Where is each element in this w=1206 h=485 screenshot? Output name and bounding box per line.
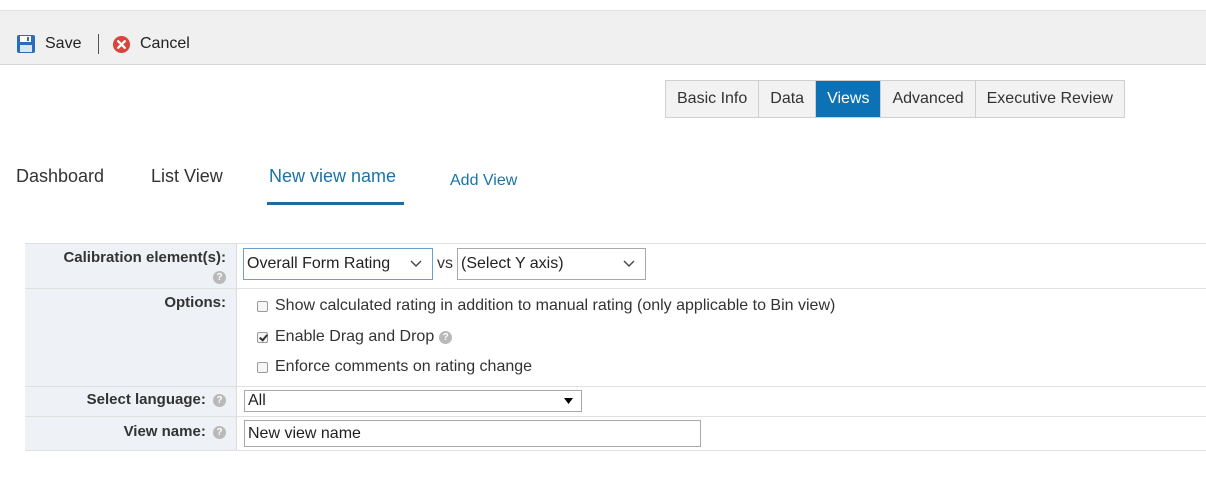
toolbar-divider [98, 34, 99, 54]
options-row: Options: Show calculated rating in addit… [25, 288, 1206, 386]
chevron-down-icon [564, 398, 573, 404]
save-label: Save [45, 35, 82, 52]
section-tabs: Basic Info Data Views Advanced Executive… [665, 80, 1125, 118]
checkbox-enforce-comments[interactable] [257, 361, 268, 373]
view-name-value: New view name [248, 425, 361, 442]
cancel-label: Cancel [140, 35, 190, 52]
chevron-down-icon [623, 260, 635, 267]
option-show-calculated[interactable]: Show calculated rating in addition to ma… [257, 297, 835, 315]
language-label-cell: Select language: ? [25, 387, 237, 416]
view-name-row: View name: ? New view name [25, 416, 1206, 451]
add-view-link[interactable]: Add View [450, 172, 517, 190]
calibration-y-value: (Select Y axis) [461, 255, 564, 272]
language-value: All [248, 392, 266, 409]
tab-executive-review[interactable]: Executive Review [975, 81, 1124, 117]
checkbox-enable-drag-drop[interactable] [257, 331, 268, 343]
calibration-label: Calibration element(s): [63, 249, 226, 266]
toolbar: Save Cancel [0, 10, 1206, 65]
view-tab-new-view-name[interactable]: New view name [269, 166, 396, 187]
view-name-input[interactable]: New view name [244, 420, 701, 447]
language-select[interactable]: All [244, 390, 582, 412]
calibration-label-cell: Calibration element(s): ? [25, 244, 237, 288]
help-icon[interactable]: ? [439, 330, 453, 344]
active-view-tab-indicator [267, 202, 404, 205]
calibration-x-select[interactable]: Overall Form Rating [243, 248, 433, 280]
help-icon[interactable]: ? [213, 393, 226, 407]
language-row: Select language: ? All [25, 386, 1206, 416]
tab-basic-info[interactable]: Basic Info [666, 81, 760, 117]
language-label: Select language: [86, 391, 206, 408]
calibration-y-select[interactable]: (Select Y axis) [457, 248, 646, 280]
calibration-row: Calibration element(s): ? Overall Form R… [25, 243, 1206, 288]
cancel-icon [112, 35, 131, 53]
view-name-label: View name: [123, 423, 206, 440]
save-icon [17, 35, 35, 53]
tab-advanced[interactable]: Advanced [881, 81, 976, 117]
cancel-button[interactable]: Cancel [112, 33, 190, 55]
checkbox-show-calculated[interactable] [257, 300, 268, 312]
calibration-x-value: Overall Form Rating [247, 255, 391, 272]
save-button[interactable]: Save [16, 33, 81, 55]
option-enforce-comments-label: Enforce comments on rating change [275, 358, 533, 375]
vs-label: vs [437, 255, 453, 272]
options-label-cell: Options: [25, 289, 237, 386]
option-enable-drag-drop-label: Enable Drag and Drop [275, 328, 435, 345]
option-enforce-comments[interactable]: Enforce comments on rating change [257, 358, 532, 376]
view-tab-dashboard[interactable]: Dashboard [16, 166, 104, 187]
view-name-label-cell: View name: ? [25, 417, 237, 450]
help-icon[interactable]: ? [213, 270, 226, 284]
option-show-calculated-label: Show calculated rating in addition to ma… [275, 297, 836, 314]
options-label: Options: [164, 294, 226, 311]
chevron-down-icon [410, 260, 422, 267]
view-tab-list-view[interactable]: List View [151, 166, 223, 187]
tab-data[interactable]: Data [759, 81, 817, 117]
option-enable-drag-drop[interactable]: Enable Drag and Drop ? [257, 328, 453, 346]
tab-views[interactable]: Views [816, 81, 882, 117]
help-icon[interactable]: ? [213, 425, 226, 439]
